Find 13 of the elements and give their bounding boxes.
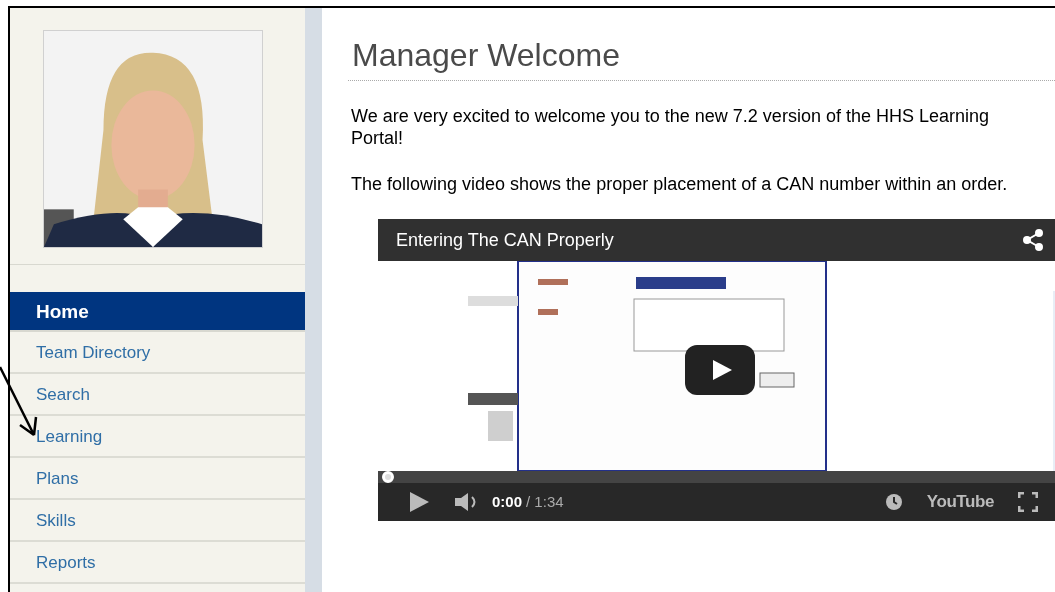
duration: / 1:34 [526, 491, 564, 512]
clock-icon[interactable] [884, 493, 903, 511]
scrubber-handle[interactable] [382, 471, 394, 483]
share-icon[interactable] [1022, 229, 1044, 251]
play-icon[interactable] [408, 491, 430, 513]
paragraph: The following video shows the proper placement of a CAN number within an order. [351, 173, 1009, 195]
paragraph: We are very excited to welcome you to the new 7.2 version of the HHS Learning Portal! [351, 105, 990, 149]
elapsed-time: 0:00 [492, 491, 523, 512]
youtube-logo[interactable]: YouTube [926, 489, 994, 515]
play-button-icon[interactable] [685, 345, 755, 395]
fullscreen-icon[interactable] [1018, 492, 1038, 512]
nav-item[interactable]: Home [10, 292, 305, 332]
page-title: Manager Welcome [348, 36, 1055, 81]
